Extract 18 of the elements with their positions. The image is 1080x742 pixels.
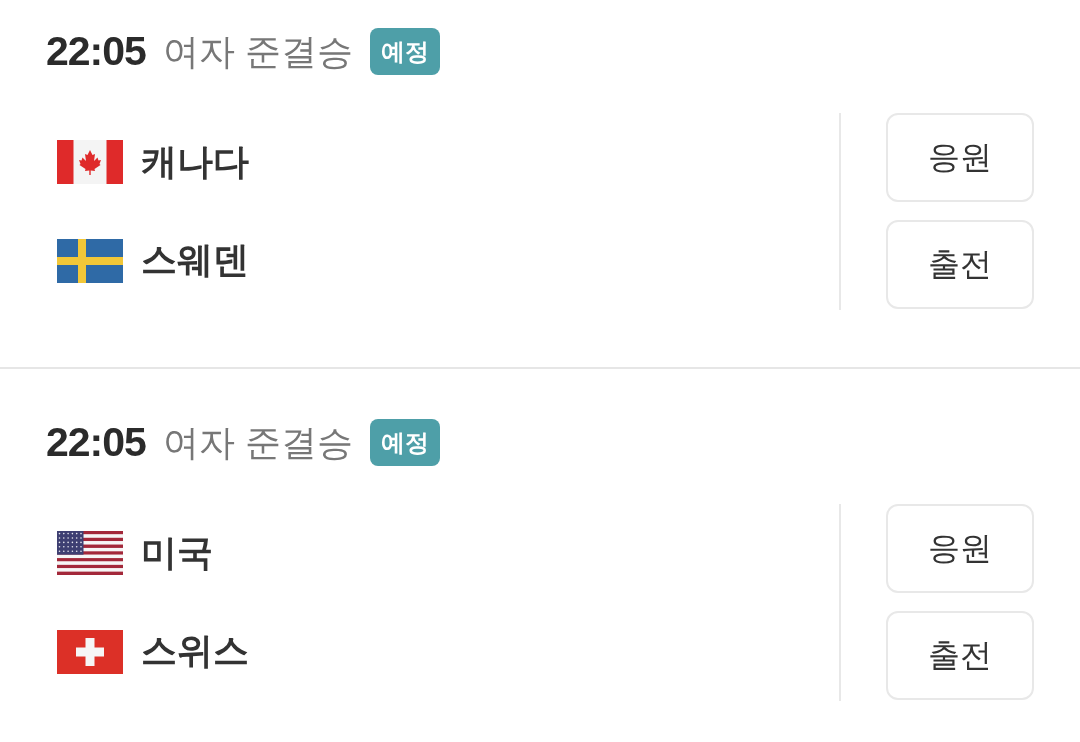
team-name: 스웨덴 (141, 238, 249, 283)
match-title: 여자 준결승 (162, 424, 353, 461)
swiss-flag-icon (57, 629, 123, 674)
cheer-button[interactable]: 응원 (886, 504, 1034, 593)
team-name: 캐나다 (141, 139, 249, 184)
lineup-button[interactable]: 출전 (886, 220, 1034, 309)
sweden-flag-icon (57, 238, 123, 283)
team-name: 미국 (141, 530, 213, 575)
status-badge: 예정 (369, 28, 440, 75)
cheer-button[interactable]: 응원 (886, 113, 1034, 202)
match-time: 22:05 (46, 31, 146, 72)
status-badge: 예정 (369, 419, 440, 466)
team-name: 스위스 (141, 629, 249, 674)
match-title: 여자 준결승 (162, 33, 353, 70)
usa-flag-icon (57, 531, 123, 576)
canada-flag-icon (57, 140, 123, 185)
lineup-button[interactable]: 출전 (886, 611, 1034, 700)
match-time: 22:05 (46, 422, 146, 463)
